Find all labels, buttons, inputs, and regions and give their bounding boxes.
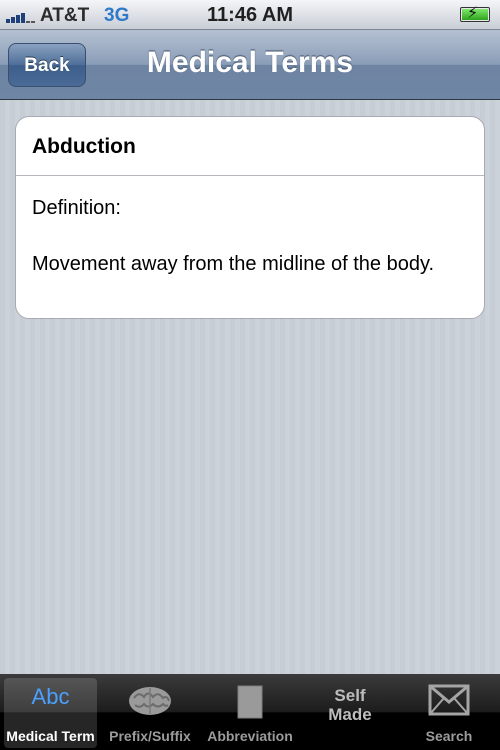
abc-icon: Abc [31,684,70,709]
tab-label: Prefix/Suffix [109,728,191,744]
definition-label: Definition: [32,197,121,219]
brain-icon [102,684,198,723]
tab-abbreviation[interactable]: Abbreviation [202,678,298,748]
tab-label: Abbreviation [207,728,293,744]
term-row: Abduction [16,117,484,176]
term-card: Abduction Definition: Movement away from… [15,116,485,319]
tab-medical-term[interactable]: Abc Medical Term [4,678,97,748]
tab-bar: Abc Medical Term Prefix/Suffix Abbreviat… [0,674,500,750]
self-made-icon: Self Made [328,686,372,724]
back-button[interactable]: Back [8,43,86,87]
tab-label: Medical Term [6,728,95,744]
definition-text: Movement away from the midline of the bo… [32,253,435,275]
navigation-bar: Back Medical Terms [0,30,500,100]
tab-label: Search [425,728,473,744]
tab-prefix-suffix[interactable]: Prefix/Suffix [102,678,198,748]
tab-self-made[interactable]: Self Made [302,678,398,748]
status-bar: AT&T 3G 11:46 AM ⚡ [0,0,500,30]
term-title: Abduction [32,135,136,158]
page-title: Medical Terms [146,46,354,79]
envelope-icon [402,684,496,721]
battery-icon: ⚡ [460,5,490,22]
status-time: 11:46 AM [207,4,293,26]
tab-search[interactable]: Search [402,678,496,748]
content-area: Abduction Definition: Movement away from… [0,100,500,674]
square-icon [202,684,298,725]
